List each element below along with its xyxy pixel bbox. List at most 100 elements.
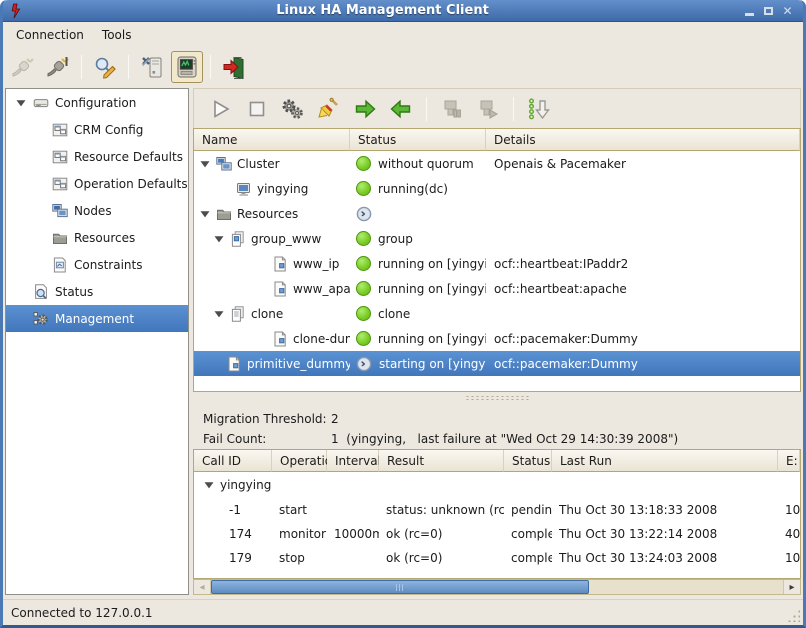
sidebar-item-constraints[interactable]: Constraints	[6, 251, 188, 278]
back-arrow-icon	[389, 97, 413, 121]
pane-splitter[interactable]	[193, 392, 801, 404]
default-resource-button[interactable]	[278, 94, 308, 124]
ops-last-run: Thu Oct 30 13:22:14 2008	[552, 527, 778, 541]
scrollbar-track[interactable]	[211, 580, 783, 594]
sidebar-item-label: Resource Defaults	[74, 150, 183, 164]
expander-icon[interactable]	[203, 479, 215, 491]
unmigrate-resource-button	[473, 94, 503, 124]
expander-icon[interactable]	[199, 158, 211, 170]
refresh-list-button[interactable]	[524, 94, 554, 124]
toolbar-separator	[128, 55, 129, 79]
column-header-interval[interactable]: Interval	[327, 450, 379, 472]
minimize-button[interactable]	[740, 3, 759, 19]
expander-icon[interactable]	[213, 308, 225, 320]
connection-status-text: Connected to 127.0.0.1	[11, 606, 153, 620]
ops-operation: stop	[272, 551, 327, 565]
column-header-call-id[interactable]: Call ID	[194, 450, 272, 472]
row-name: group_www	[251, 232, 321, 246]
column-header-last-run[interactable]: Last Run	[552, 450, 778, 472]
exit-icon	[222, 55, 246, 79]
resize-grip[interactable]	[787, 609, 800, 622]
sidebar-item-configuration[interactable]: Configuration	[6, 89, 188, 116]
scroll-left-button[interactable]: ◂	[194, 580, 211, 594]
resource-table: Name Status Details Cluster without quor…	[193, 128, 801, 392]
migration-threshold-value: 2	[331, 412, 339, 426]
statusbar: Connected to 127.0.0.1	[3, 599, 803, 625]
unmigrate-icon	[476, 97, 500, 121]
disconnect-icon	[11, 55, 35, 79]
menubar: Connection Tools	[3, 22, 803, 48]
ops-call-id: 179	[194, 551, 272, 565]
table-row-yingying[interactable]: yingying running(dc)	[194, 176, 800, 201]
cleanup-resource-button[interactable]	[314, 94, 344, 124]
ops-row-start[interactable]: -1 start status: unknown (rc=14) pending…	[194, 498, 800, 522]
exit-button[interactable]	[218, 51, 250, 83]
table-row-www-ip[interactable]: www_ip running on [yingying] ocf::heartb…	[194, 251, 800, 276]
sidebar-item-resource-defaults[interactable]: Resource Defaults	[6, 143, 188, 170]
row-status: running on [yingying]	[378, 282, 486, 296]
ops-expected: 10	[778, 503, 800, 517]
start-resource-button[interactable]	[206, 94, 236, 124]
sidebar-item-label: Operation Defaults	[74, 177, 188, 191]
sidebar-item-crm-config[interactable]: CRM Config	[6, 116, 188, 143]
table-row-www-apache[interactable]: www_apache running on [yingying] ocf::he…	[194, 276, 800, 301]
row-status: starting on [yingying]	[379, 357, 486, 371]
menu-tools[interactable]: Tools	[93, 25, 141, 45]
scroll-right-button[interactable]: ▸	[783, 580, 800, 594]
maximize-button[interactable]	[759, 3, 778, 19]
scroll-left-icon: ◂	[199, 582, 204, 593]
table-row-primitive-dummy[interactable]: primitive_dummy starting on [yingying] o…	[194, 351, 800, 376]
constraints-icon	[52, 257, 68, 273]
refresh-list-icon	[527, 97, 551, 121]
sidebar-item-nodes[interactable]: Nodes	[6, 197, 188, 224]
expander-icon[interactable]	[213, 233, 225, 245]
primitive-icon	[272, 281, 288, 297]
table-row-clone[interactable]: clone clone	[194, 301, 800, 326]
titlebar[interactable]: Linux HA Management Client ✕	[3, 0, 803, 22]
stop-resource-button[interactable]	[242, 94, 272, 124]
table-row-cluster[interactable]: Cluster without quorum Openais & Pacemak…	[194, 151, 800, 176]
management-view-button[interactable]	[171, 51, 203, 83]
connect-button[interactable]	[42, 51, 74, 83]
migrate-icon	[440, 97, 464, 121]
table-row-clone-dummy-0[interactable]: clone-dummy:0 running on [yingying] ocf:…	[194, 326, 800, 351]
scrollbar-thumb[interactable]	[211, 580, 589, 594]
cleanup-broom-icon	[317, 97, 341, 121]
main-toolbar	[3, 48, 803, 86]
ops-status: complete	[504, 551, 552, 565]
sidebar-item-label: Configuration	[55, 96, 136, 110]
sidebar-item-management[interactable]: Management	[6, 305, 188, 332]
expander-icon[interactable]	[199, 208, 211, 220]
ops-last-run: Thu Oct 30 13:18:33 2008	[552, 503, 778, 517]
sidebar-item-resources[interactable]: Resources	[6, 224, 188, 251]
configure-button[interactable]	[136, 51, 168, 83]
column-header-expected[interactable]: E:	[778, 450, 800, 472]
connect-icon	[46, 55, 70, 79]
sidebar-item-operation-defaults[interactable]: Operation Defaults	[6, 170, 188, 197]
nodes-icon	[52, 203, 68, 219]
sidebar-item-status[interactable]: Status	[6, 278, 188, 305]
ops-row-monitor[interactable]: 174 monitor 10000ms ok (rc=0) complete T…	[194, 522, 800, 546]
edit-button[interactable]	[89, 51, 121, 83]
column-header-operation[interactable]: Operation	[272, 450, 327, 472]
sidebar-item-label: Nodes	[74, 204, 112, 218]
column-header-details[interactable]: Details	[486, 129, 800, 151]
column-header-status[interactable]: Status	[350, 129, 486, 151]
close-button[interactable]: ✕	[778, 3, 797, 19]
forward-button[interactable]	[350, 94, 380, 124]
table-row-group-www[interactable]: group_www group	[194, 226, 800, 251]
scroll-right-icon: ▸	[789, 582, 794, 593]
table-row-resources[interactable]: Resources	[194, 201, 800, 226]
start-icon	[209, 97, 233, 121]
column-header-result[interactable]: Result	[379, 450, 504, 472]
horizontal-scrollbar[interactable]: ◂ ▸	[193, 579, 801, 595]
expander-icon[interactable]	[15, 97, 27, 109]
close-icon: ✕	[782, 4, 792, 18]
menu-connection[interactable]: Connection	[7, 25, 93, 45]
ops-row-stop[interactable]: 179 stop ok (rc=0) complete Thu Oct 30 1…	[194, 546, 800, 570]
clock-status-icon	[356, 356, 372, 372]
column-header-name[interactable]: Name	[194, 129, 350, 151]
ops-group-row-yingying[interactable]: yingying	[194, 472, 800, 498]
column-header-status[interactable]: Status	[504, 450, 552, 472]
back-button[interactable]	[386, 94, 416, 124]
